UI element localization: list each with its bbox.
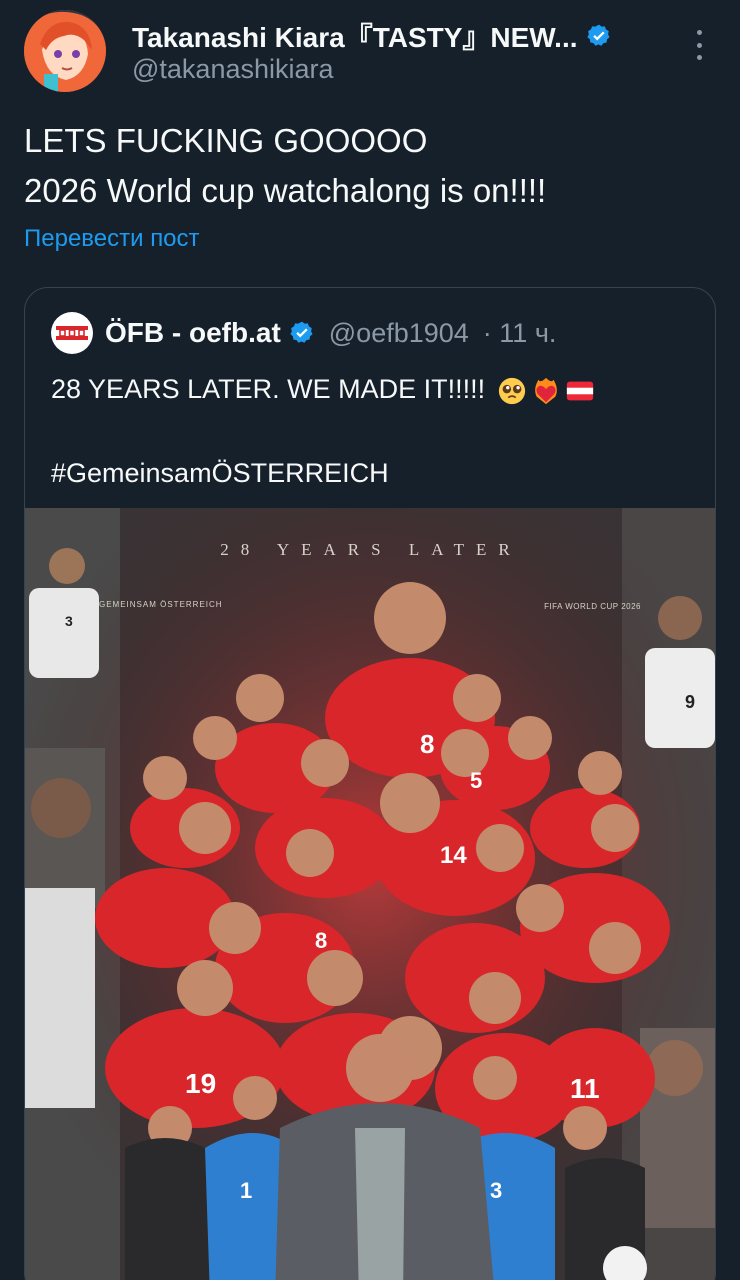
quoted-tweet[interactable]: ÖFB - oefb.at @oefb1904 · 11 ч. 28 YEARS… xyxy=(24,287,716,1280)
svg-text:1: 1 xyxy=(240,1178,252,1203)
team-poster-illustration: 8 5 19 11 14 8 1 3 3 9 xyxy=(25,508,715,1280)
svg-text:8: 8 xyxy=(315,928,327,953)
pleading-face-emoji-icon xyxy=(498,377,525,404)
translate-post-link[interactable]: Перевести пост xyxy=(24,225,200,253)
poster-title: 28 YEARS LATER xyxy=(220,540,522,559)
quoted-text-line-1: 28 YEARS LATER. WE MADE IT!!!!! xyxy=(51,368,595,410)
svg-text:3: 3 xyxy=(490,1178,502,1203)
svg-text:9: 9 xyxy=(685,692,695,712)
poster-left-caption: GEMEINSAM ÖSTERREICH xyxy=(99,600,223,609)
heart-on-fire-emoji-icon xyxy=(534,377,557,404)
more-options-icon[interactable] xyxy=(688,30,710,60)
svg-text:3: 3 xyxy=(65,613,73,629)
svg-text:19: 19 xyxy=(185,1068,216,1099)
quoted-author-avatar[interactable] xyxy=(51,312,93,354)
quoted-media-image[interactable]: 8 5 19 11 14 8 1 3 3 9 28 YEARS LATER GE… xyxy=(25,508,715,1280)
tweet-detail: Takanashi Kiara『TASTY』NEW... @takanashik… xyxy=(0,0,740,1280)
author-handle[interactable]: @takanashikiara xyxy=(132,54,334,85)
quoted-text-line-1-text: 28 YEARS LATER. WE MADE IT!!!!! xyxy=(51,374,486,404)
svg-text:8: 8 xyxy=(420,729,434,759)
tweet-text-line-2: 2026 World cup watchalong is on!!!! xyxy=(24,172,547,209)
author-display-name[interactable]: Takanashi Kiara『TASTY』NEW... xyxy=(132,16,578,56)
quoted-verified-badge-icon xyxy=(290,321,313,343)
tweet-text: LETS FUCKING GOOOOO 2026 World cup watch… xyxy=(24,116,546,216)
quoted-display-name[interactable]: ÖFB - oefb.at xyxy=(105,317,281,349)
quoted-text: 28 YEARS LATER. WE MADE IT!!!!! #Gemeins… xyxy=(51,368,595,494)
quoted-handle[interactable]: @oefb1904 xyxy=(329,318,469,349)
quoted-text-spacer xyxy=(51,410,595,452)
author-avatar[interactable] xyxy=(24,10,106,92)
tweet-text-line-1: LETS FUCKING GOOOOO xyxy=(24,122,428,159)
quoted-timestamp[interactable]: · 11 ч. xyxy=(483,318,557,349)
author-name-row[interactable]: Takanashi Kiara『TASTY』NEW... xyxy=(132,16,612,56)
oefb-logo-icon xyxy=(55,324,89,342)
poster-right-caption: FIFA WORLD CUP 2026 xyxy=(544,602,641,611)
quoted-tweet-header: ÖFB - oefb.at @oefb1904 · 11 ч. xyxy=(51,312,556,354)
quoted-text-line-2: #GemeinsamÖSTERREICH xyxy=(51,458,389,488)
austria-flag-emoji-icon xyxy=(566,381,593,401)
svg-text:14: 14 xyxy=(440,842,467,869)
svg-text:5: 5 xyxy=(470,768,482,793)
svg-text:11: 11 xyxy=(570,1073,600,1104)
verified-badge-icon xyxy=(586,24,610,46)
